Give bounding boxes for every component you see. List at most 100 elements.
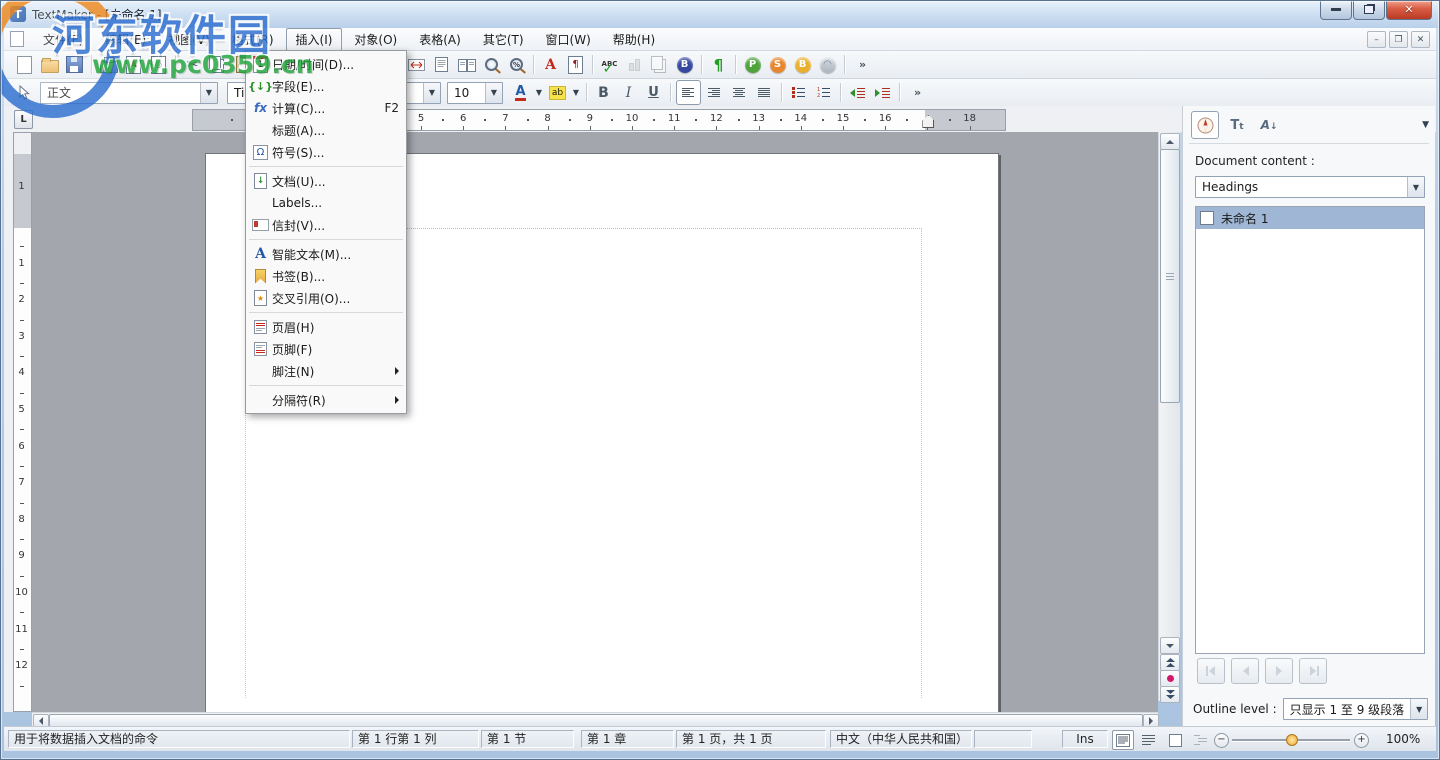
underline-button[interactable]: U — [642, 81, 665, 104]
headings-list[interactable]: 未命名 1 — [1195, 206, 1425, 654]
vertical-scroll-thumb[interactable] — [1160, 149, 1180, 403]
p-badge-button[interactable]: P — [741, 53, 764, 76]
navigator-tab-tab[interactable] — [1191, 111, 1219, 139]
next-heading-button[interactable] — [1265, 658, 1293, 684]
menu-item[interactable]: Labels... — [246, 192, 406, 214]
bold-button[interactable]: B — [592, 81, 615, 104]
clone-button[interactable] — [648, 53, 671, 76]
vertical-ruler[interactable]: 1123456789101112 — [13, 132, 32, 712]
page-width-button[interactable] — [405, 53, 428, 76]
overflow-button[interactable]: » — [850, 53, 873, 76]
section-cell[interactable]: 第 1 节 — [481, 730, 574, 748]
print-button[interactable] — [97, 53, 120, 76]
zoom-dialog-button[interactable] — [480, 53, 503, 76]
chevron-down-icon[interactable]: ▼ — [485, 83, 502, 103]
paragraph-dialog-button[interactable]: ¶ — [564, 53, 587, 76]
zoom-slider-thumb[interactable] — [1286, 734, 1298, 746]
menu-item[interactable]: 页眉(H) — [246, 316, 406, 338]
align-center-button[interactable] — [728, 81, 751, 104]
font-color-dropdown[interactable]: ▼ — [533, 83, 545, 103]
first-heading-button[interactable] — [1197, 658, 1225, 684]
cut-button[interactable]: ✂ — [181, 53, 204, 76]
sidebar-options-dropdown[interactable]: ▼ — [1422, 120, 1429, 130]
previous-heading-button[interactable] — [1231, 658, 1259, 684]
menubar-item[interactable]: 插入(I) — [286, 28, 343, 51]
menu-item[interactable]: 脚注(N) — [246, 360, 406, 382]
menubar-item[interactable]: 编辑(E) — [95, 28, 156, 51]
overflow-button[interactable]: » — [905, 81, 928, 104]
close-button[interactable]: ✕ — [1386, 0, 1432, 20]
tab-stop-selector[interactable]: L — [14, 110, 33, 129]
mdi-minimize-button[interactable]: – — [1367, 31, 1386, 48]
scroll-up-button[interactable] — [1160, 133, 1180, 150]
zoom-in-button[interactable]: + — [1354, 733, 1369, 748]
maximize-button[interactable] — [1353, 0, 1385, 20]
align-left-button[interactable] — [676, 80, 701, 105]
menubar-item[interactable]: 文件(F) — [33, 28, 93, 51]
open-button[interactable] — [38, 53, 61, 76]
scroll-down-button[interactable] — [1160, 637, 1180, 654]
insert-mode-cell[interactable]: Ins — [1062, 730, 1108, 748]
character-dialog-button[interactable]: A — [539, 53, 562, 76]
menu-item[interactable]: 标题(A)... — [246, 119, 406, 141]
menubar-item[interactable]: 格式(R) — [222, 28, 284, 51]
italic-button[interactable]: I — [617, 81, 640, 104]
highlight-dropdown[interactable]: ▼ — [570, 83, 582, 103]
minimize-button[interactable] — [1320, 0, 1352, 20]
bold-badge-button[interactable]: B — [673, 53, 696, 76]
next-object-button[interactable] — [1160, 686, 1180, 703]
font-color-button[interactable]: A — [509, 81, 532, 104]
view-outline-button[interactable] — [1190, 730, 1212, 750]
outline-level-combo[interactable]: 只显示 1 至 9 级段落 ▼ — [1283, 698, 1429, 720]
view-continuous-button[interactable] — [1138, 730, 1160, 750]
menu-item[interactable]: 页脚(F) — [246, 338, 406, 360]
mdi-close-button[interactable]: ✕ — [1411, 31, 1430, 48]
select-browse-object-button[interactable] — [1160, 670, 1180, 687]
content-type-combo[interactable]: Headings ▼ — [1195, 176, 1425, 198]
decrease-indent-button[interactable] — [846, 81, 869, 104]
increase-indent-button[interactable] — [871, 81, 894, 104]
zoom-out-button[interactable]: − — [1214, 733, 1229, 748]
menu-item[interactable]: Ω符号(S)... — [246, 141, 406, 163]
save-button[interactable] — [63, 53, 86, 76]
export-pdf-button[interactable]: A — [122, 53, 145, 76]
formatting-marks-button[interactable]: ¶ — [707, 53, 730, 76]
previous-object-button[interactable] — [1160, 654, 1180, 671]
menu-item[interactable]: ★交叉引用(O)... — [246, 287, 406, 309]
menu-item[interactable]: 1日期/时间(D)... — [246, 53, 406, 75]
page-view-button[interactable] — [430, 53, 453, 76]
menubar-item[interactable]: 窗口(W) — [536, 28, 601, 51]
menubar-item[interactable]: 视图(V) — [158, 28, 220, 51]
list-item[interactable]: 未命名 1 — [1196, 207, 1424, 229]
menu-item[interactable]: A智能文本(M)... — [246, 243, 406, 265]
view-page-button[interactable] — [1164, 730, 1186, 750]
chevron-down-icon[interactable]: ▼ — [1410, 699, 1427, 719]
last-heading-button[interactable] — [1299, 658, 1327, 684]
print-preview-button[interactable]: ◎ — [147, 53, 170, 76]
menubar-item[interactable]: 其它(T) — [473, 28, 534, 51]
document-icon[interactable] — [10, 31, 24, 47]
new-document-button[interactable] — [13, 53, 36, 76]
menu-item[interactable]: fx计算(C)...F2 — [246, 97, 406, 119]
spellcheck-button[interactable]: ABC✓ — [598, 53, 621, 76]
two-page-view-button[interactable] — [455, 53, 478, 76]
menubar-item[interactable]: 帮助(H) — [603, 28, 665, 51]
b-badge-button[interactable]: B — [791, 53, 814, 76]
view-normal-button[interactable] — [1112, 730, 1134, 750]
paragraph-style-combo[interactable]: 正文 ▼ — [40, 82, 218, 104]
language-cell[interactable]: 中文（中华人民共和国） — [830, 730, 972, 748]
numbered-list-button[interactable]: 12 — [812, 81, 835, 104]
mdi-restore-button[interactable]: ❐ — [1389, 31, 1408, 48]
page-count-cell[interactable]: 第 1 页，共 1 页 — [676, 730, 826, 748]
menu-item[interactable]: 分隔符(R) — [246, 389, 406, 411]
menu-item[interactable]: {↓}字段(E)... — [246, 75, 406, 97]
chevron-down-icon[interactable]: ▼ — [1407, 177, 1424, 197]
sort-tab-tab[interactable]: A↓ — [1255, 111, 1283, 139]
align-right-button[interactable] — [703, 81, 726, 104]
menubar-item[interactable]: 表格(A) — [409, 28, 471, 51]
highlight-button[interactable]: ab — [546, 81, 569, 104]
menu-item[interactable]: ↓文档(U)... — [246, 170, 406, 192]
horizontal-scrollbar[interactable] — [32, 712, 1158, 727]
selection-tool-button[interactable] — [12, 81, 35, 104]
chapter-cell[interactable]: 第 1 章 — [581, 730, 674, 748]
